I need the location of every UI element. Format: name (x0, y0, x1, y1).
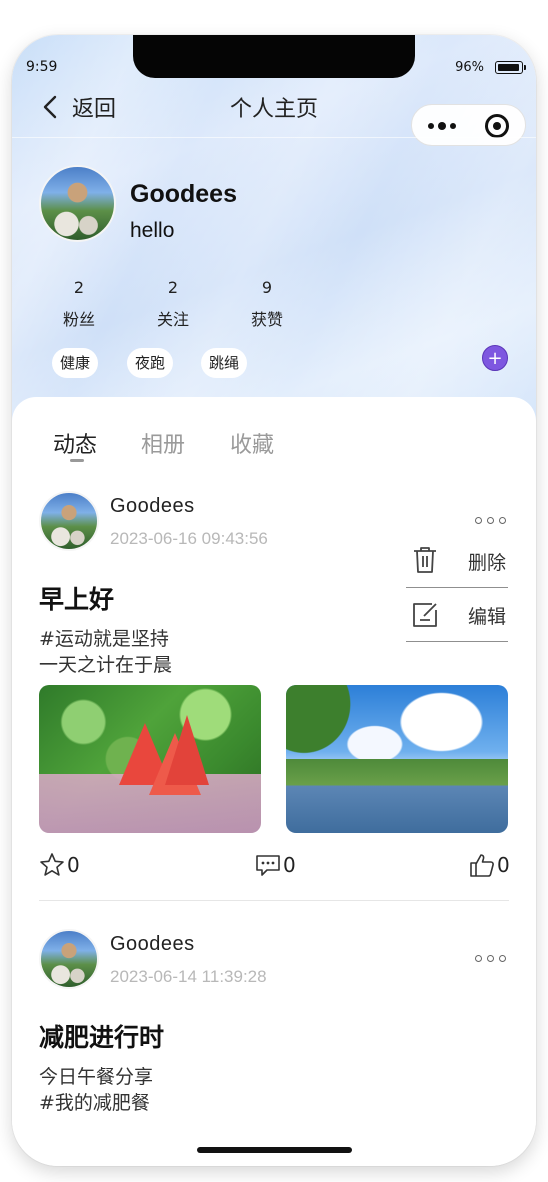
active-tab-indicator (70, 459, 84, 462)
post-avatar[interactable] (39, 929, 99, 989)
watermelon-slice (165, 715, 209, 785)
comment-count: 0 (283, 853, 296, 877)
post-text-line: 一天之计在于晨 (39, 654, 173, 676)
comment-icon (256, 855, 280, 876)
dot-icon (487, 517, 494, 524)
favorite-count: 0 (67, 853, 80, 877)
trash-icon (414, 547, 436, 573)
post-title: 减肥进行时 (39, 1023, 165, 1052)
tag-chip[interactable]: 夜跑 (127, 348, 174, 378)
stat-value: 9 (261, 278, 273, 297)
post-timestamp: 2023-06-16 09:43:56 (110, 529, 268, 548)
post-title: 早上好 (39, 585, 115, 614)
post-photo-watermelon[interactable] (39, 685, 261, 833)
camera-notch (133, 35, 415, 78)
post-text-line: 今日午餐分享 (39, 1066, 154, 1088)
stat-following[interactable]: 2 关注 (133, 278, 213, 330)
status-time: 9:59 (26, 59, 58, 75)
stat-label: 粉丝 (62, 310, 95, 329)
stat-fans[interactable]: 2 粉丝 (39, 278, 119, 330)
tag-chip[interactable]: 健康 (52, 348, 99, 378)
tree-foliage (286, 685, 376, 780)
miniprogram-capsule (411, 104, 526, 146)
battery-level-fill (497, 63, 519, 71)
post-timestamp: 2023-06-14 11:39:28 (110, 967, 267, 986)
phone-screen: 9:59 96% 返回 个人主页 Goodees hello 2 粉丝 2 关注… (12, 35, 536, 1166)
tab-posts[interactable]: 动态 (53, 427, 97, 459)
edit-icon (413, 603, 437, 627)
home-indicator[interactable] (197, 1147, 352, 1153)
post-avatar[interactable] (39, 491, 99, 551)
post-divider (39, 900, 509, 901)
nav-divider (12, 137, 536, 138)
tab-album[interactable]: 相册 (141, 427, 185, 459)
comment-button[interactable]: 0 (255, 852, 296, 878)
dot-icon (475, 517, 482, 524)
delete-label: 删除 (468, 552, 507, 574)
battery-percent: 96% (455, 60, 484, 75)
like-count: 0 (497, 853, 510, 877)
dot-icon (499, 955, 506, 962)
stat-label: 关注 (156, 310, 189, 329)
favorite-button[interactable]: 0 (39, 852, 80, 878)
dot-icon (487, 955, 494, 962)
thumbs-up-icon (470, 854, 494, 877)
tag-chip[interactable]: 跳绳 (201, 348, 248, 378)
like-button[interactable]: 0 (469, 852, 510, 878)
stat-value: 2 (73, 278, 85, 297)
dot-icon (499, 517, 506, 524)
post-photo-lake[interactable] (286, 685, 508, 833)
post-more-button[interactable] (475, 955, 506, 962)
dot-icon (475, 955, 482, 962)
star-icon (40, 853, 64, 876)
add-tag-button[interactable]: + (482, 345, 508, 371)
profile-avatar[interactable] (39, 165, 116, 242)
edit-post-button[interactable]: 编辑 (406, 588, 508, 642)
more-menu-icon[interactable] (428, 122, 456, 130)
profile-name: Goodees (130, 180, 237, 208)
stat-label: 获赞 (250, 310, 283, 329)
post-more-button[interactable] (475, 517, 506, 524)
post-text-line: #运动就是坚持 (39, 628, 169, 650)
post-username: Goodees (110, 495, 195, 517)
delete-post-button[interactable]: 删除 (406, 534, 508, 588)
close-miniprogram-icon[interactable] (485, 114, 509, 138)
edit-label: 编辑 (468, 606, 507, 628)
post-text-line: #我的减肥餐 (39, 1092, 150, 1114)
stat-value: 2 (167, 278, 179, 297)
battery-icon (495, 61, 526, 74)
post-username: Goodees (110, 933, 195, 955)
tab-favorites[interactable]: 收藏 (230, 427, 274, 459)
profile-bio: hello (130, 219, 175, 242)
stat-likes-received[interactable]: 9 获赞 (227, 278, 307, 330)
